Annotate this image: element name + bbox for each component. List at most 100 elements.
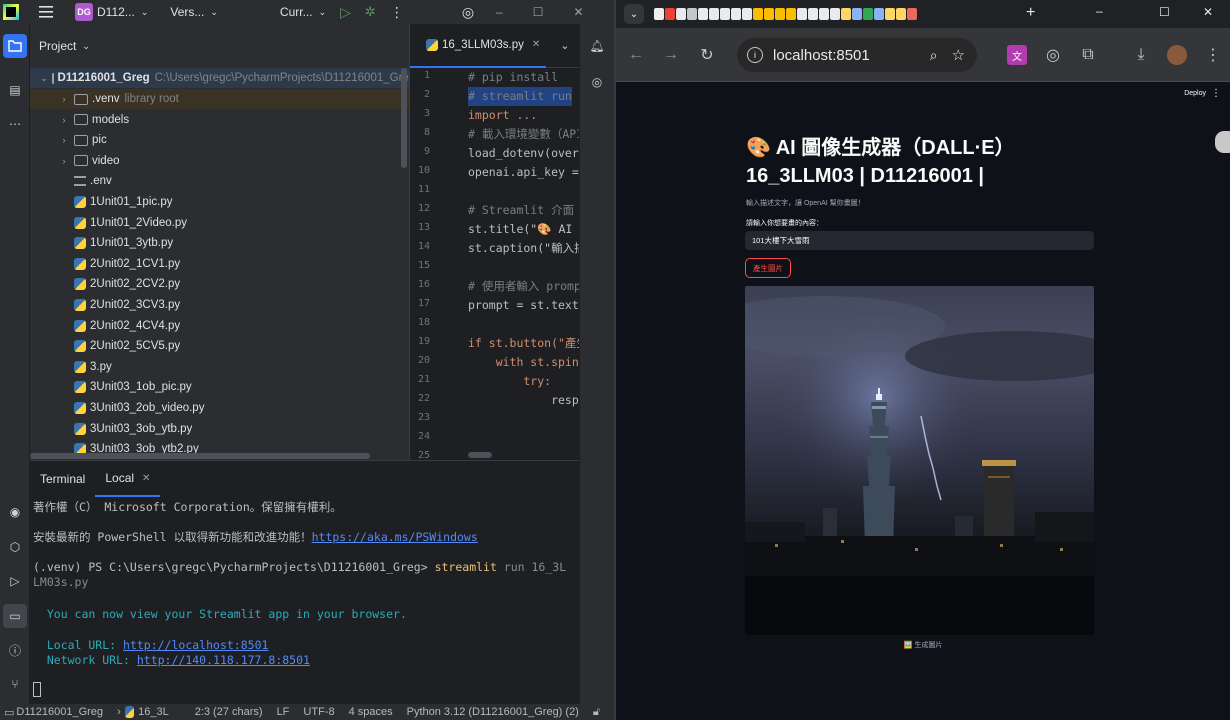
chevron-right-icon[interactable]: › [58, 94, 70, 104]
tabs-dropdown-icon[interactable]: ⌄ [560, 39, 569, 52]
prompt-input[interactable]: 101大樓下大雪雨 [745, 231, 1094, 250]
python-packages-icon[interactable]: ◉ [3, 500, 27, 524]
tree-item[interactable]: 1Unit01_2Video.py [30, 213, 409, 233]
tree-item[interactable]: 3Unit03_1ob_pic.py [30, 377, 409, 397]
project-switcher[interactable]: DG D112... ⌄ [75, 0, 148, 24]
forward-icon[interactable]: → [661, 45, 681, 65]
project-panel-header[interactable]: Project ⌄ [30, 24, 409, 68]
tree-item[interactable]: › video [30, 151, 409, 171]
notifications-icon[interactable]: 🔔︎ [585, 34, 609, 58]
pinned-tab-favicon-icon[interactable] [665, 8, 675, 20]
main-menu-icon[interactable] [39, 0, 53, 24]
site-info-icon[interactable]: i [747, 47, 763, 63]
pinned-tab-favicon-icon[interactable] [874, 8, 884, 20]
close-window-icon[interactable]: ✕ [574, 0, 584, 24]
close-icon[interactable]: ✕ [532, 39, 540, 50]
extension-icon[interactable]: ◎ [1043, 45, 1063, 65]
terminal-input-line[interactable] [33, 682, 41, 697]
tree-horizontal-scrollbar[interactable] [30, 453, 370, 459]
minimize-icon[interactable]: – [496, 0, 503, 24]
pinned-tab-favicon-icon[interactable] [698, 8, 708, 20]
close-window-icon[interactable]: ✕ [1203, 5, 1213, 19]
ai-chat-icon[interactable]: ◎ [585, 70, 609, 94]
services-icon[interactable]: ▷ [3, 569, 27, 593]
tree-root-folder[interactable]: ⌄ D11216001_Greg C:\Users\gregc\PycharmP… [30, 68, 409, 88]
pinned-tab-favicon-icon[interactable] [907, 8, 917, 20]
generate-image-button[interactable]: 產生圖片 [745, 258, 791, 278]
run-config-selector[interactable]: Curr... ⌄ [280, 0, 326, 24]
install-link[interactable]: https://aka.ms/PSWindows [312, 530, 478, 544]
chevron-right-icon[interactable]: › [58, 115, 70, 125]
pinned-tab-favicon-icon[interactable] [764, 8, 774, 20]
address-bar[interactable]: i localhost:8501 ⌕ ☆ [737, 38, 977, 72]
pinned-tab-favicon-icon[interactable] [753, 8, 763, 20]
minimize-icon[interactable]: – [1096, 4, 1103, 18]
pinned-tab-favicon-icon[interactable] [808, 8, 818, 20]
pinned-tab-icons[interactable] [654, 8, 918, 20]
ai-assistant-icon[interactable]: ◎ [462, 0, 474, 24]
reload-icon[interactable]: ↻ [697, 45, 717, 65]
bookmark-star-icon[interactable]: ☆ [952, 46, 965, 64]
tree-item[interactable]: 2Unit02_5CV5.py [30, 336, 409, 356]
network-url-link[interactable]: http://140.118.177.8:8501 [137, 653, 310, 667]
structure-tool-icon[interactable]: ▤ [3, 78, 27, 102]
pinned-tab-favicon-icon[interactable] [676, 8, 686, 20]
pinned-tab-favicon-icon[interactable] [687, 8, 697, 20]
terminal-tab-local[interactable]: Local ✕ [95, 461, 161, 497]
chevron-right-icon[interactable]: › [58, 135, 70, 145]
status-caret-position[interactable]: 2:3 (27 chars) [195, 706, 263, 718]
run-icon[interactable]: ▷ [340, 0, 351, 24]
app-menu-icon[interactable]: ⋮ [1211, 88, 1221, 99]
translate-extension-icon[interactable]: 文 [1007, 45, 1027, 65]
pinned-tab-favicon-icon[interactable] [775, 8, 785, 20]
back-icon[interactable]: ← [626, 45, 646, 65]
status-project-icon[interactable]: ▭ [4, 706, 14, 719]
floating-helper-bubble[interactable] [1215, 131, 1230, 153]
git-icon[interactable]: ⑂ [3, 672, 27, 696]
status-project[interactable]: D11216001_Greg [16, 706, 103, 718]
chrome-menu-icon[interactable]: ⋮ [1203, 45, 1223, 65]
tree-item[interactable]: 2Unit02_2CV2.py [30, 274, 409, 294]
avatar[interactable] [1167, 45, 1187, 65]
pinned-tab-favicon-icon[interactable] [830, 8, 840, 20]
tree-item[interactable]: 3.py [30, 357, 409, 377]
new-tab-icon[interactable]: + [1026, 4, 1035, 22]
maximize-icon[interactable]: ☐ [533, 0, 544, 24]
tree-vertical-scrollbar[interactable] [401, 68, 407, 168]
pinned-tab-favicon-icon[interactable] [863, 8, 873, 20]
close-icon[interactable]: ✕ [142, 473, 150, 484]
more-actions-icon[interactable]: ⋮ [390, 0, 404, 24]
editor-hscrollbar[interactable] [468, 452, 492, 458]
terminal-tool-icon[interactable]: ▭ [3, 604, 27, 628]
tree-item[interactable]: 2Unit02_3CV3.py [30, 295, 409, 315]
debug-icon[interactable]: ✲ [365, 0, 376, 24]
zoom-icon[interactable]: ⌕ [930, 47, 938, 64]
tree-item[interactable]: › pic [30, 130, 409, 150]
problems-icon[interactable]: ⓘ [3, 638, 27, 662]
tree-item[interactable]: 2Unit02_4CV4.py [30, 316, 409, 336]
tree-item[interactable]: 1Unit01_1pic.py [30, 192, 409, 212]
tree-item[interactable]: 2Unit02_1CV1.py [30, 254, 409, 274]
terminal-title[interactable]: Terminal [30, 461, 95, 497]
extensions-puzzle-icon[interactable]: ⧉ [1078, 45, 1098, 65]
pinned-tab-favicon-icon[interactable] [797, 8, 807, 20]
tab-search-icon[interactable]: ⌄ [624, 4, 644, 24]
lock-icon[interactable]: 🔓︎ [593, 706, 600, 719]
pinned-tab-favicon-icon[interactable] [841, 8, 851, 20]
pinned-tab-favicon-icon[interactable] [731, 8, 741, 20]
tree-item[interactable]: 1Unit01_3ytb.py [30, 233, 409, 253]
python-console-icon[interactable]: ⬡ [3, 535, 27, 559]
pinned-tab-favicon-icon[interactable] [852, 8, 862, 20]
pinned-tab-favicon-icon[interactable] [896, 8, 906, 20]
pinned-tab-favicon-icon[interactable] [654, 8, 664, 20]
status-interpreter[interactable]: Python 3.12 (D11216001_Greg) (2) [407, 706, 579, 718]
pinned-tab-favicon-icon[interactable] [709, 8, 719, 20]
pinned-tab-favicon-icon[interactable] [885, 8, 895, 20]
tree-item[interactable]: › models [30, 110, 409, 130]
download-icon[interactable]: ⤓ [1131, 45, 1151, 65]
code-area[interactable]: # pip install # streamlit run import ... # … [468, 68, 580, 460]
chevron-right-icon[interactable]: › [58, 156, 70, 166]
tree-item[interactable]: › .venv library root [30, 89, 409, 109]
project-tool-icon[interactable] [3, 34, 27, 58]
deploy-button[interactable]: Deploy [1184, 90, 1206, 97]
